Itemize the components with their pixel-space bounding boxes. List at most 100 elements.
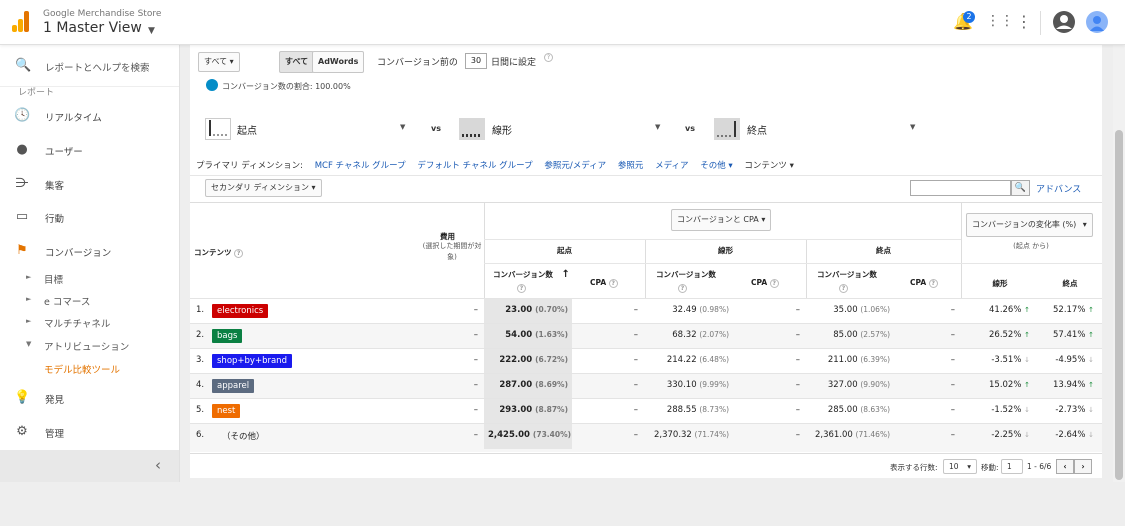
percentage: (1.63%) bbox=[535, 330, 568, 339]
trend-arrow-icon: ↓ bbox=[1088, 431, 1094, 439]
help-icon[interactable]: ? bbox=[608, 278, 618, 288]
dimension-link[interactable]: 参照元/メディア bbox=[544, 161, 606, 171]
sidebar-search[interactable]: 🔍 レポートとヘルプを検索 bbox=[0, 45, 179, 87]
percentage: (71.74%) bbox=[694, 430, 729, 439]
change-last-header[interactable]: 終点 bbox=[1050, 278, 1090, 289]
value: 54.00 bbox=[505, 330, 533, 340]
first-conversions-header[interactable]: コンバージョン数 ↑ bbox=[493, 269, 570, 280]
help-icon[interactable]: ? bbox=[544, 53, 553, 63]
apps-grid-icon[interactable]: ⋮⋮ bbox=[986, 13, 1014, 29]
account-circle-icon[interactable] bbox=[1053, 11, 1075, 33]
dimension-link[interactable]: 参照元 bbox=[618, 161, 644, 171]
sidebar-item-users[interactable]: ● ユーザー bbox=[0, 133, 179, 166]
last-cpa-value: – bbox=[950, 430, 955, 440]
sidebar-item-conversions[interactable]: ⚑ コンバージョン bbox=[0, 234, 179, 267]
model-3-name[interactable]: 終点 bbox=[747, 122, 767, 137]
table-search-input[interactable] bbox=[910, 180, 1011, 196]
user-avatar[interactable] bbox=[1086, 11, 1108, 33]
advanced-filter-link[interactable]: アドバンス bbox=[1036, 182, 1081, 195]
change-linear-value: -1.52% ↓ bbox=[966, 405, 1030, 415]
prev-page-button[interactable]: ‹ bbox=[1056, 459, 1074, 474]
content-label-tag[interactable]: apparel bbox=[212, 379, 255, 393]
first-cpa-value: – bbox=[633, 405, 638, 415]
sidebar-item-label: 管理 bbox=[45, 429, 65, 440]
search-icon[interactable]: 🔍 bbox=[1011, 180, 1030, 196]
sidebar-item-acquisition[interactable]: ⋺ 集客 bbox=[0, 167, 179, 200]
dimension-link[interactable]: MCF チャネル グループ bbox=[315, 161, 406, 171]
sidebar-subitem-multichannel[interactable]: ► マルチチャネル bbox=[0, 311, 179, 333]
last-conversions-header[interactable]: コンバージョン数 bbox=[817, 269, 877, 280]
table-footer: 表示する行数: 10 ▾ 移動: 1 1 - 6/6 ‹ › bbox=[190, 453, 1102, 478]
view-name[interactable]: 1 Master View bbox=[43, 20, 142, 36]
expand-arrow-icon: ► bbox=[26, 295, 32, 303]
sidebar-subitem-model-comparison[interactable]: モデル比較ツール bbox=[0, 357, 179, 379]
row-number: 2. bbox=[196, 330, 205, 340]
scrollbar-thumb[interactable] bbox=[1115, 130, 1123, 480]
model-3-dropdown-icon[interactable]: ▼ bbox=[910, 123, 915, 131]
content-label[interactable]: （その他） bbox=[222, 430, 265, 442]
conversion-select[interactable]: すべて ▾ bbox=[198, 52, 240, 72]
behavior-icon: ▭ bbox=[15, 209, 29, 224]
sidebar-item-discover[interactable]: 💡 発見 bbox=[0, 381, 179, 414]
table-row[interactable]: 5. nest – 293.00 (8.87%) – 288.55 (8.73%… bbox=[190, 398, 1102, 424]
sidebar-item-admin[interactable]: ⚙ 管理 bbox=[0, 415, 179, 448]
last-cpa-header[interactable]: CPA ? bbox=[910, 278, 938, 288]
sidebar-item-behavior[interactable]: ▭ 行動 bbox=[0, 200, 179, 233]
content-column-header[interactable]: コンテンツ ? bbox=[194, 247, 244, 258]
secondary-dimension-select[interactable]: セカンダリ ディメンション ▾ bbox=[205, 179, 322, 197]
account-name[interactable]: Google Merchandise Store bbox=[43, 9, 161, 19]
linear-cpa-header[interactable]: CPA ? bbox=[751, 278, 779, 288]
help-icon[interactable]: ? bbox=[928, 278, 938, 288]
metric-select[interactable]: コンバージョンと CPA ▾ bbox=[671, 209, 772, 231]
sidebar-item-realtime[interactable]: 🕓 リアルタイム bbox=[0, 99, 179, 132]
percentage: (2.07%) bbox=[699, 330, 729, 339]
value: -4.95% bbox=[1055, 355, 1086, 365]
sidebar-subitem-ecommerce[interactable]: ► e コマース bbox=[0, 289, 179, 311]
help-icon[interactable]: ? bbox=[517, 283, 526, 293]
content-label-tag[interactable]: nest bbox=[212, 404, 241, 418]
sidebar-collapse-button[interactable]: ‹ bbox=[0, 450, 179, 482]
analytics-logo-icon[interactable] bbox=[12, 11, 30, 32]
dimension-link-more[interactable]: その他 ▾ bbox=[700, 161, 732, 171]
help-icon[interactable]: ? bbox=[839, 283, 848, 293]
first-cpa-header[interactable]: CPA ? bbox=[590, 278, 618, 288]
linear-conversions-header[interactable]: コンバージョン数 bbox=[656, 269, 716, 280]
change-rate-select[interactable]: コンバージョンの変化率 (%) ▾ bbox=[966, 213, 1093, 237]
sidebar-subitem-goals[interactable]: ► 目標 bbox=[0, 267, 179, 289]
model-2-name[interactable]: 線形 bbox=[492, 122, 512, 137]
dimension-link[interactable]: メディア bbox=[655, 161, 688, 171]
toggle-adwords-button[interactable]: AdWords bbox=[312, 51, 365, 73]
goto-page-input[interactable]: 1 bbox=[1001, 459, 1023, 474]
table-row[interactable]: 3. shop+by+brand – 222.00 (6.72%) – 214.… bbox=[190, 348, 1102, 374]
help-icon[interactable]: ? bbox=[234, 248, 244, 258]
dimension-current[interactable]: コンテンツ ▾ bbox=[744, 161, 793, 171]
next-page-button[interactable]: › bbox=[1074, 459, 1092, 474]
model-1-dropdown-icon[interactable]: ▼ bbox=[400, 123, 405, 131]
content-label-tag[interactable]: bags bbox=[212, 329, 243, 343]
dimension-link[interactable]: デフォルト チャネル グループ bbox=[417, 161, 532, 171]
last-cpa-value: – bbox=[950, 380, 955, 390]
change-linear-header[interactable]: 線形 bbox=[980, 278, 1020, 289]
sidebar-subitem-attribution[interactable]: ▼ アトリビューション bbox=[0, 334, 179, 356]
table-row[interactable]: 2. bags – 54.00 (1.63%) – 68.32 (2.07%) … bbox=[190, 323, 1102, 349]
value: 13.94% bbox=[1053, 380, 1086, 390]
help-icon[interactable]: ? bbox=[678, 283, 687, 293]
content-label-tag[interactable]: shop+by+brand bbox=[212, 354, 292, 368]
help-icon[interactable]: ? bbox=[769, 278, 779, 288]
more-vert-icon[interactable]: ⋮ bbox=[1016, 12, 1032, 31]
toggle-all-button[interactable]: すべて bbox=[279, 51, 315, 73]
table-row[interactable]: 1. electronics – 23.00 (0.70%) – 32.49 (… bbox=[190, 298, 1102, 324]
value: 288.55 bbox=[666, 405, 697, 415]
lookback-days-input[interactable]: 30 bbox=[465, 53, 487, 69]
table-row[interactable]: 4. apparel – 287.00 (8.69%) – 330.10 (9.… bbox=[190, 373, 1102, 399]
view-dropdown-icon[interactable]: ▼ bbox=[148, 26, 155, 36]
table-row[interactable]: 6. （その他） – 2,425.00 (73.40%) – 2,370.32 … bbox=[190, 423, 1102, 452]
content-label-tag[interactable]: electronics bbox=[212, 304, 269, 318]
conversion-ratio: コンバージョン数の割合: 100.00% bbox=[222, 82, 351, 91]
value: 26.52% bbox=[989, 330, 1022, 340]
model-1-name[interactable]: 起点 bbox=[237, 122, 257, 137]
rows-per-page-select[interactable]: 10 ▾ bbox=[943, 459, 977, 474]
sidebar-item-label: 集客 bbox=[45, 181, 65, 192]
trend-arrow-icon: ↑ bbox=[1088, 381, 1094, 389]
model-2-dropdown-icon[interactable]: ▼ bbox=[655, 123, 660, 131]
